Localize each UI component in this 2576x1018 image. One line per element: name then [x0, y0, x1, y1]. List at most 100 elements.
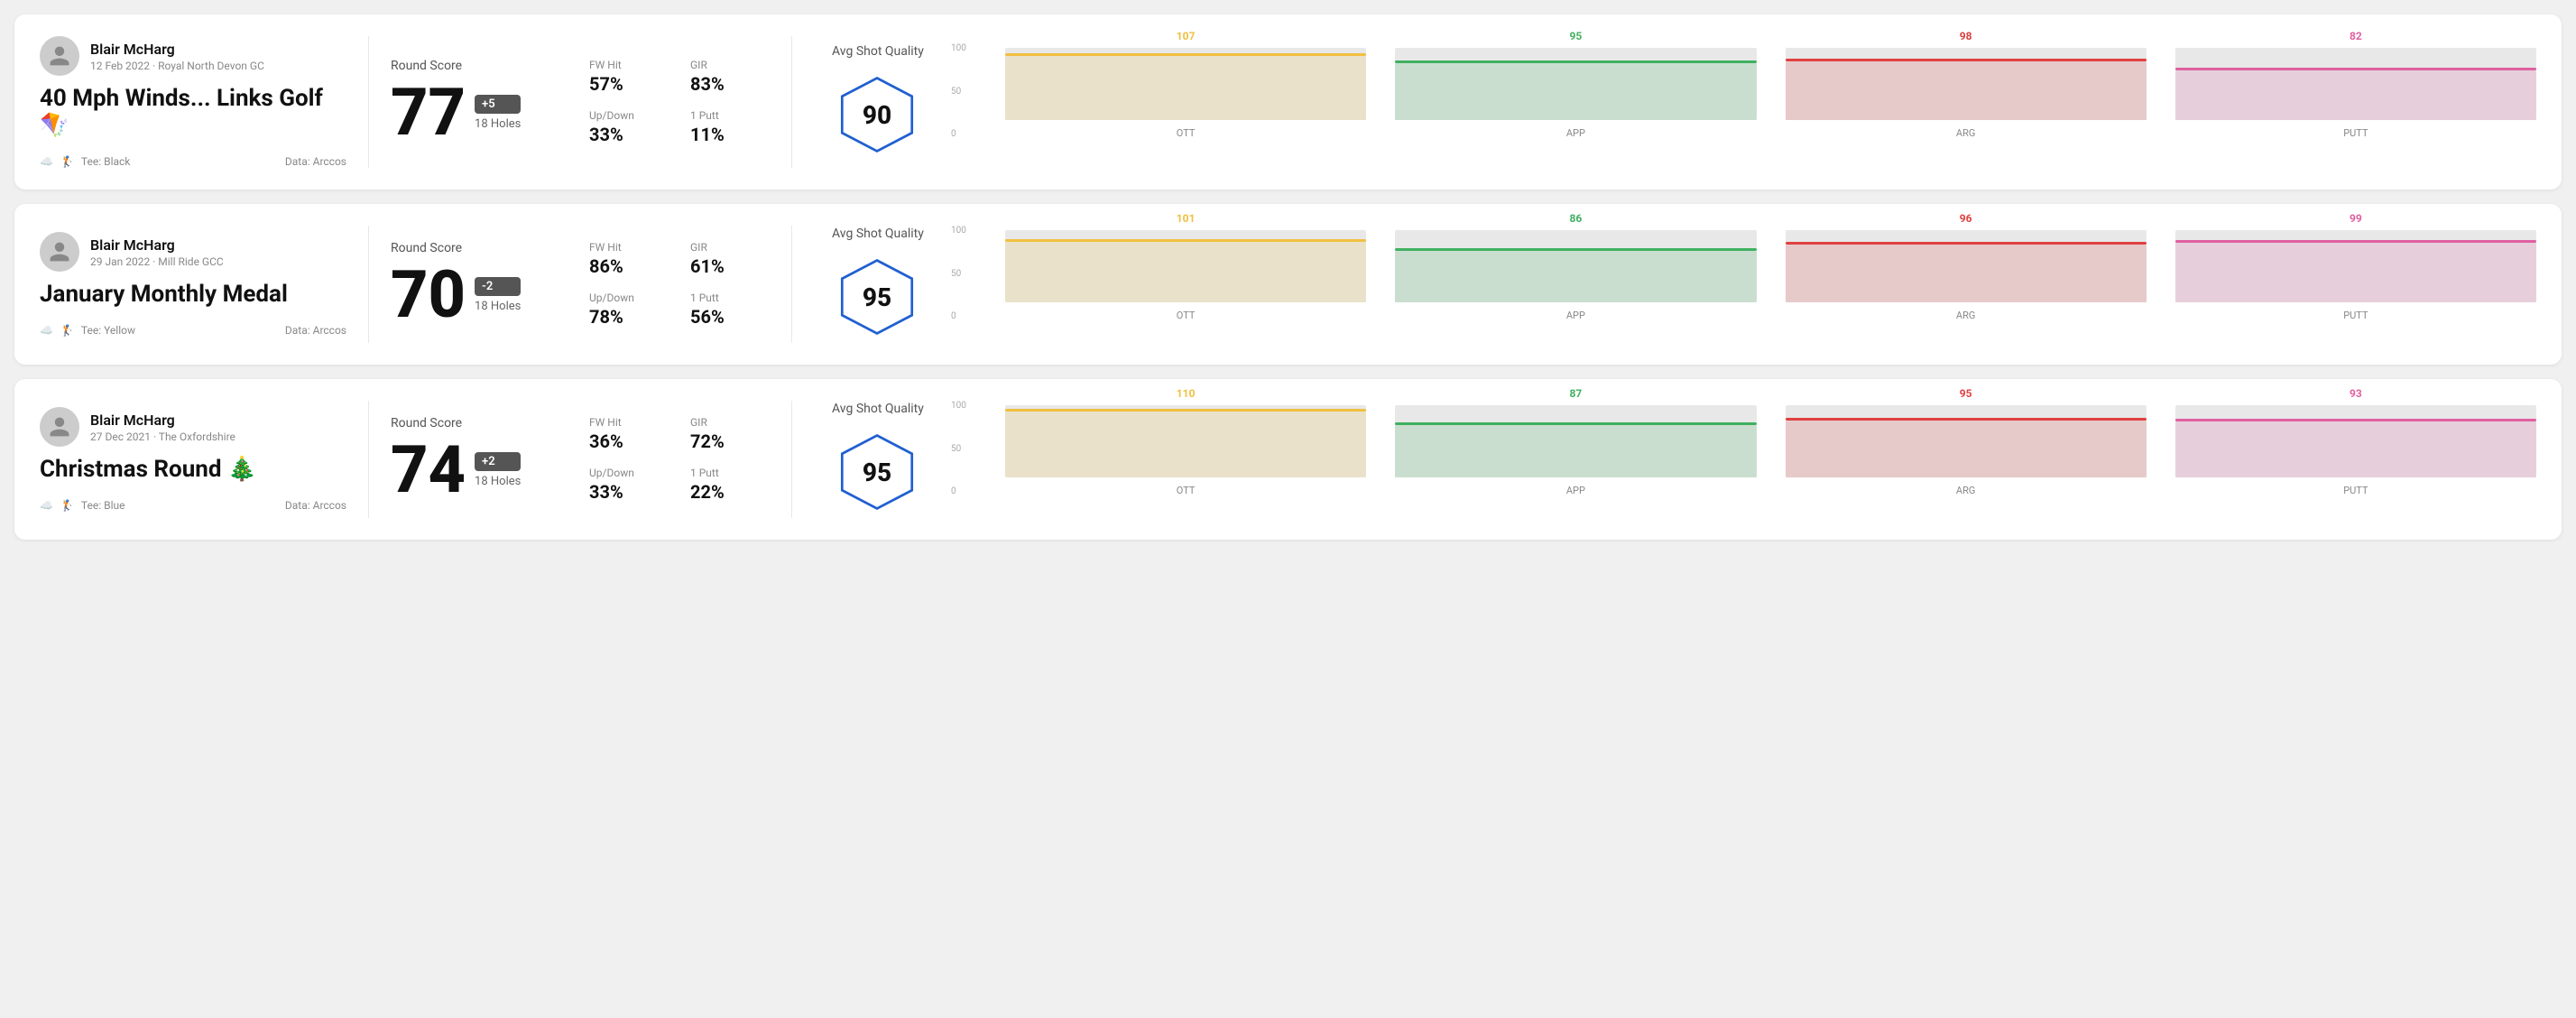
player-section: Blair McHarg 27 Dec 2021 · The Oxfordshi… [40, 407, 346, 512]
score-holes: 18 Holes [475, 475, 521, 488]
bar-fill [2175, 70, 2536, 120]
gir-value: 61% [690, 255, 770, 277]
score-badge-col: -2 18 Holes [475, 277, 521, 313]
bar-value: 95 [1960, 387, 1972, 400]
y-label-100: 100 [951, 43, 966, 53]
weather-icon: ☁️ [40, 324, 53, 337]
weather-icon: ☁️ [40, 499, 53, 512]
bar-group: 95 ARG [1786, 387, 2147, 496]
bar-value: 86 [1569, 212, 1582, 225]
bar-wrapper [1786, 48, 2147, 120]
bar-group: 96 ARG [1786, 212, 2147, 321]
player-header: Blair McHarg 29 Jan 2022 · Mill Ride GCC [40, 232, 346, 272]
player-date: 29 Jan 2022 · Mill Ride GCC [90, 255, 224, 268]
quality-section: Avg Shot Quality 90 [832, 44, 958, 160]
score-section: Round Score 77 +5 18 Holes [391, 59, 571, 145]
bar-fill [1786, 245, 2147, 302]
bar-fill [2175, 421, 2536, 477]
chart-section: 100 50 0 101 OTT 86 [976, 226, 2536, 343]
bar-value: 93 [2350, 387, 2362, 400]
round-title: January Monthly Medal [40, 281, 346, 308]
y-label-100: 100 [951, 401, 966, 411]
fw-hit-label: FW Hit [589, 416, 669, 429]
section-divider [368, 226, 369, 343]
oneputt-label: 1 Putt [690, 292, 770, 304]
bar-fill [1395, 63, 1756, 120]
bar-wrapper [1005, 230, 1366, 302]
gir-value: 83% [690, 73, 770, 95]
fw-hit-value: 57% [589, 73, 669, 95]
y-label-0: 0 [951, 311, 966, 321]
bar-wrapper [1395, 48, 1756, 120]
y-label-50: 50 [951, 444, 966, 454]
hexagon-container: 95 [832, 427, 922, 517]
bar-label: OTT [1177, 485, 1196, 496]
stats-section: FW Hit 36% GIR 72% Up/Down 33% 1 Putt 22… [589, 416, 770, 503]
bar-wrapper [1395, 230, 1756, 302]
round-score-label: Round Score [391, 59, 571, 73]
data-source: Data: Arccos [285, 324, 346, 337]
score-diff-badge: -2 [475, 277, 521, 296]
bar-indicator [2175, 240, 2536, 243]
bar-group: 87 APP [1395, 387, 1756, 496]
gir-stat: GIR 72% [690, 416, 770, 452]
tee-label: Tee: Black [81, 155, 130, 168]
updown-value: 33% [589, 481, 669, 503]
section-divider [368, 36, 369, 168]
bar-group: 99 PUTT [2175, 212, 2536, 321]
section-divider-2 [791, 226, 792, 343]
y-label-50: 50 [951, 269, 966, 279]
stats-grid: FW Hit 86% GIR 61% Up/Down 78% 1 Putt 56… [589, 241, 770, 328]
bar-indicator [1786, 59, 2147, 61]
data-source: Data: Arccos [285, 499, 346, 512]
bar-fill [1786, 61, 2147, 120]
bar-group: 86 APP [1395, 212, 1756, 321]
score-badge-col: +2 18 Holes [475, 452, 521, 488]
quality-section: Avg Shot Quality 95 [832, 227, 958, 342]
bar-label: OTT [1177, 310, 1196, 321]
bar-value: 95 [1569, 30, 1582, 42]
updown-value: 33% [589, 124, 669, 145]
updown-stat: Up/Down 78% [589, 292, 669, 328]
player-info: Blair McHarg 12 Feb 2022 · Royal North D… [90, 41, 264, 72]
bar-value: 99 [2350, 212, 2362, 225]
round-card: Blair McHarg 12 Feb 2022 · Royal North D… [14, 14, 2562, 190]
bar-wrapper [2175, 405, 2536, 477]
quality-label: Avg Shot Quality [832, 402, 924, 416]
score-badge-col: +5 18 Holes [475, 95, 521, 131]
oneputt-value: 22% [690, 481, 770, 503]
bar-label: PUTT [2343, 485, 2368, 496]
score-row: 74 +2 18 Holes [391, 438, 571, 503]
updown-label: Up/Down [589, 109, 669, 122]
oneputt-value: 56% [690, 306, 770, 328]
score-holes: 18 Holes [475, 117, 521, 131]
bar-wrapper [1786, 230, 2147, 302]
bar-label: ARG [1956, 485, 1975, 496]
score-section: Round Score 74 +2 18 Holes [391, 416, 571, 503]
bar-label: ARG [1956, 127, 1975, 139]
quality-section: Avg Shot Quality 95 [832, 402, 958, 517]
player-date: 12 Feb 2022 · Royal North Devon GC [90, 60, 264, 72]
player-section: Blair McHarg 12 Feb 2022 · Royal North D… [40, 36, 346, 168]
bar-fill [1005, 56, 1366, 120]
gir-stat: GIR 83% [690, 59, 770, 95]
updown-stat: Up/Down 33% [589, 109, 669, 145]
chart-y-labels: 100 50 0 [951, 226, 966, 321]
bar-label: APP [1566, 127, 1585, 139]
section-divider [368, 401, 369, 518]
oneputt-stat: 1 Putt 22% [690, 467, 770, 503]
user-icon [48, 240, 71, 264]
bar-wrapper [1005, 405, 1366, 477]
bar-group: 98 ARG [1786, 30, 2147, 139]
score-number: 77 [391, 80, 466, 145]
round-title: 40 Mph Winds... Links Golf 🪁 [40, 85, 346, 139]
fw-hit-value: 36% [589, 430, 669, 452]
bar-fill [1005, 242, 1366, 302]
fw-hit-stat: FW Hit 86% [589, 241, 669, 277]
weather-icon: ☁️ [40, 155, 53, 168]
quality-label: Avg Shot Quality [832, 44, 924, 59]
oneputt-label: 1 Putt [690, 109, 770, 122]
gir-stat: GIR 61% [690, 241, 770, 277]
bar-label: APP [1566, 310, 1585, 321]
bar-label: APP [1566, 485, 1585, 496]
